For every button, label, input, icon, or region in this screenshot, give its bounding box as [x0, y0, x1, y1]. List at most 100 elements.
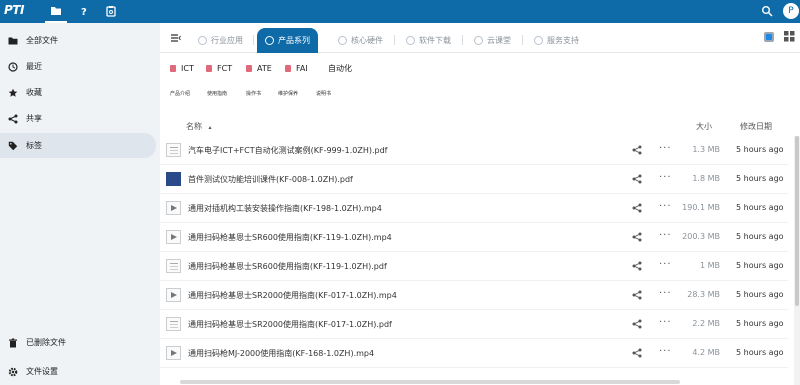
file-row[interactable]: 通用扫码枪基恩士SR600使用指南(KF-119-1.0ZH).mp4 ··· … [160, 223, 788, 252]
file-row[interactable]: 通用扫码枪基恩士SR2000使用指南(KF-017-1.0ZH).pdf ···… [160, 310, 788, 339]
trash-icon [9, 338, 17, 347]
tab-label: 云课堂 [487, 36, 511, 45]
sidebar-item-shared[interactable]: 共享 [0, 106, 156, 131]
tab-icon [198, 36, 207, 45]
sidebar-item-all-files[interactable]: 全部文件 [0, 28, 156, 53]
sidebar-item-deleted-files[interactable]: 已删除文件 [0, 330, 156, 355]
video-icon [166, 230, 181, 244]
file-size: 1.3 MB [692, 145, 720, 154]
file-name[interactable]: 首件测试仪功能培训课件(KF-008-1.0ZH).pdf [188, 174, 353, 185]
tab-label: 产品系列 [278, 36, 310, 45]
file-row[interactable]: 通用对插机构工装安装操作指南(KF-198-1.0ZH).mp4 ··· 190… [160, 194, 788, 223]
column-header-modified[interactable]: 修改日期 [740, 121, 772, 132]
file-row[interactable]: 首件测试仪功能培训课件(KF-008-1.0ZH).pdf ··· 1.8 MB… [160, 165, 788, 194]
vertical-scrollbar[interactable] [794, 136, 800, 385]
docnav-item[interactable]: 说明书 [316, 90, 331, 97]
video-icon [166, 288, 181, 302]
help-icon[interactable]: ? [77, 4, 91, 18]
tab-core-hardware[interactable]: 核心硬件 [330, 28, 391, 53]
scrollbar-thumb[interactable] [795, 136, 799, 306]
sidebar-item-label: 共享 [26, 114, 42, 123]
share-icon[interactable] [632, 203, 642, 213]
more-options-icon[interactable]: ··· [659, 173, 672, 183]
file-modified: 5 hours ago [736, 174, 784, 183]
subtab-label: 自动化 [328, 63, 352, 73]
tab-icon [474, 36, 483, 45]
docnav-item[interactable]: 使用指南 [207, 90, 227, 97]
subtab-automation[interactable]: 自动化 [328, 61, 352, 75]
tab-icon [534, 36, 543, 45]
sidebar-item-file-settings[interactable]: 文件设置 [0, 359, 156, 384]
search-icon[interactable] [760, 4, 774, 18]
tab-software-downloads[interactable]: 软件下载 [398, 28, 459, 53]
folder-icon[interactable] [45, 4, 67, 23]
column-header-size[interactable]: 大小 [696, 121, 712, 132]
tab-icon [406, 36, 415, 45]
sidebar-item-label: 文件设置 [26, 367, 58, 376]
subtab-fct[interactable]: FCT [206, 61, 232, 75]
pdf-icon [206, 64, 212, 72]
tab-cloud-classroom[interactable]: 云课堂 [466, 28, 519, 53]
share-icon[interactable] [632, 261, 642, 271]
share-icon[interactable] [632, 145, 642, 155]
more-options-icon[interactable]: ··· [659, 318, 672, 328]
share-icon[interactable] [632, 290, 642, 300]
file-name[interactable]: 汽车电子ICT+FCT自动化测试案例(KF-999-1.0ZH).pdf [188, 145, 387, 156]
tab-label: 行业应用 [211, 36, 243, 45]
sidebar-item-label: 收藏 [26, 88, 42, 97]
tab-product-series[interactable]: 产品系列 [257, 28, 318, 53]
file-name[interactable]: 通用扫码枪MJ-2000使用指南(KF-168-1.0ZH).mp4 [188, 348, 374, 359]
video-icon [166, 201, 181, 215]
menu-toggle-icon[interactable] [170, 32, 182, 44]
tab-service-support[interactable]: 服务支持 [526, 28, 587, 53]
file-row[interactable]: 通用扫码枪基恩士SR2000使用指南(KF-017-1.0ZH).mp4 ···… [160, 281, 788, 310]
subtab-ate[interactable]: ATE [246, 61, 272, 75]
column-header-name[interactable]: 名称 ▴ [186, 121, 212, 132]
category-tabs: 行业应用 产品系列 核心硬件 软件下载 云课堂 服务支持 [160, 23, 800, 53]
docnav-item[interactable]: 产品介绍 [170, 90, 190, 97]
file-name[interactable]: 通用扫码枪基恩士SR2000使用指南(KF-017-1.0ZH).mp4 [188, 290, 397, 301]
more-options-icon[interactable]: ··· [659, 231, 672, 241]
sidebar-item-favorites[interactable]: 收藏 [0, 80, 156, 105]
sort-indicator-icon: ▴ [208, 124, 212, 131]
pdf-icon [285, 64, 291, 72]
share-icon[interactable] [632, 232, 642, 242]
star-icon [8, 88, 18, 97]
more-options-icon[interactable]: ··· [659, 289, 672, 299]
subtab-ict[interactable]: ICT [170, 61, 194, 75]
file-row[interactable]: 通用扫码枪MJ-2000使用指南(KF-168-1.0ZH).mp4 ··· 4… [160, 339, 788, 368]
avatar[interactable]: P [783, 3, 799, 19]
subtab-label: FCT [217, 63, 233, 73]
file-row[interactable]: 通用扫码枪基恩士SR600使用指南(KF-119-1.0ZH).pdf ··· … [160, 252, 788, 281]
file-size: 2.2 MB [692, 319, 720, 328]
file-name[interactable]: 通用对插机构工装安装操作指南(KF-198-1.0ZH).mp4 [188, 203, 382, 214]
clipboard-icon[interactable] [104, 4, 118, 18]
sidebar-item-tags[interactable]: 标签 [0, 133, 156, 158]
grid-view-icon[interactable] [784, 31, 795, 44]
file-row[interactable]: 汽车电子ICT+FCT自动化测试案例(KF-999-1.0ZH).pdf ···… [160, 136, 788, 165]
more-options-icon[interactable]: ··· [659, 202, 672, 212]
subtab-label: ICT [181, 63, 194, 73]
file-name[interactable]: 通用扫码枪基恩士SR2000使用指南(KF-017-1.0ZH).pdf [188, 319, 392, 330]
app-logo[interactable]: PTI [4, 3, 24, 17]
top-bar: PTI ? P [0, 0, 800, 23]
more-options-icon[interactable]: ··· [659, 144, 672, 154]
file-name[interactable]: 通用扫码枪基恩士SR600使用指南(KF-119-1.0ZH).pdf [188, 261, 387, 272]
file-modified: 5 hours ago [736, 203, 784, 212]
share-icon[interactable] [632, 174, 642, 184]
subtab-fai[interactable]: FAI [285, 61, 308, 75]
tab-industry-applications[interactable]: 行业应用 [190, 28, 251, 53]
file-size: 200.3 MB [682, 232, 720, 241]
app-badge-icon[interactable] [763, 31, 775, 45]
share-icon[interactable] [632, 348, 642, 358]
docnav-item[interactable]: 维护保养 [278, 90, 298, 97]
more-options-icon[interactable]: ··· [659, 347, 672, 357]
docnav-item[interactable]: 操作书 [246, 90, 261, 97]
tab-divider [462, 35, 463, 45]
file-name[interactable]: 通用扫码枪基恩士SR600使用指南(KF-119-1.0ZH).mp4 [188, 232, 392, 243]
horizontal-scrollbar[interactable] [180, 380, 680, 384]
sidebar-item-recent[interactable]: 最近 [0, 54, 156, 79]
pdf-thumbnail-icon [166, 317, 181, 331]
share-icon[interactable] [632, 319, 642, 329]
more-options-icon[interactable]: ··· [659, 260, 672, 270]
